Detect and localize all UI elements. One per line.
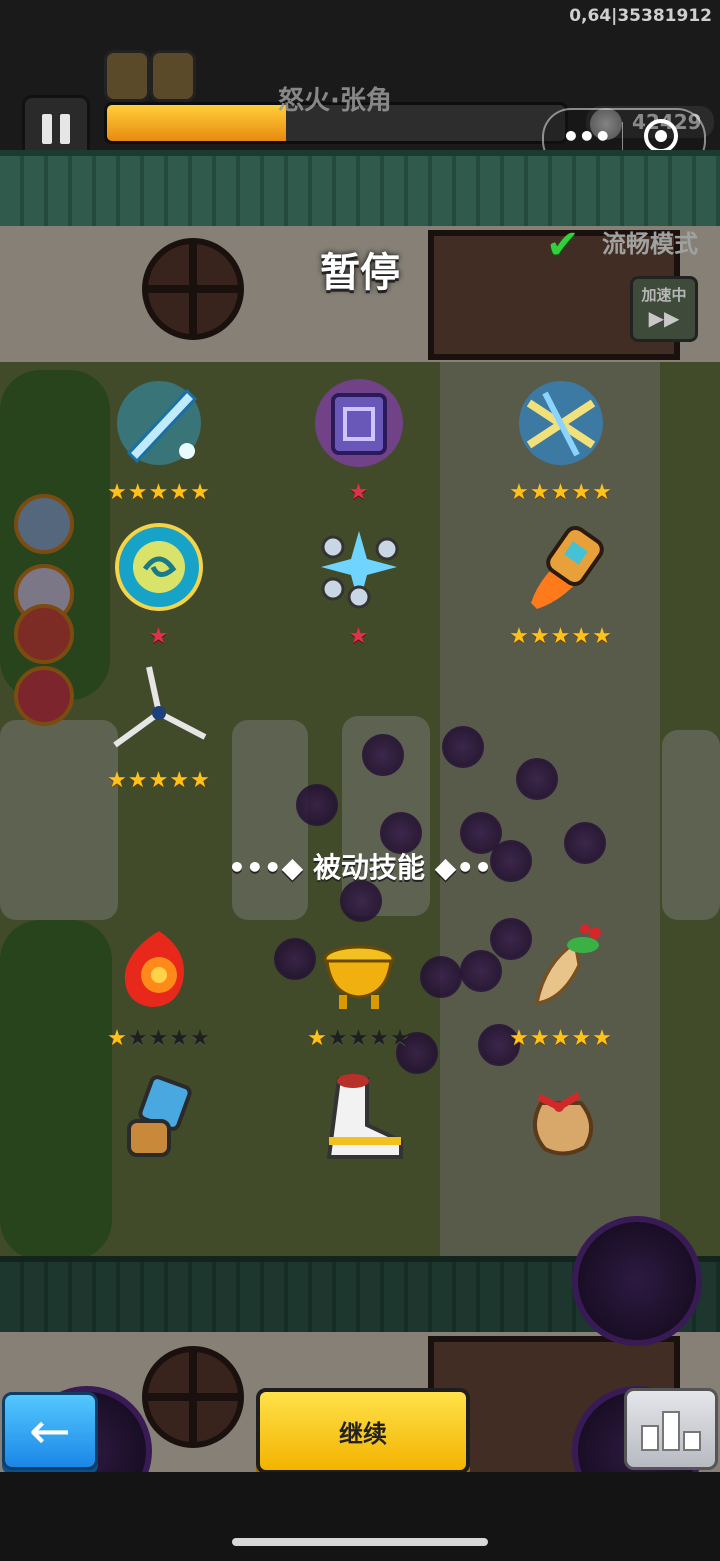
heading-deco-right: ◆•• bbox=[434, 851, 493, 884]
skill-star-rating: ★★★★★ bbox=[107, 768, 211, 793]
more-menu-icon[interactable]: ••• bbox=[562, 120, 612, 153]
fluent-mode-label[interactable]: 流畅模式 bbox=[602, 224, 698, 259]
skill-star-rating: ★★★★★ bbox=[509, 480, 613, 505]
back-arrow-icon: ← bbox=[29, 1402, 71, 1460]
shuriken-icon bbox=[104, 656, 214, 766]
back-button[interactable]: ← bbox=[2, 1392, 98, 1470]
flame-swirl-icon bbox=[104, 914, 214, 1024]
skill-star-rating: ★ bbox=[348, 480, 370, 505]
skill-star-rating: ★★★★★ bbox=[107, 480, 211, 505]
gauntlet-icon bbox=[104, 1062, 214, 1172]
cross-blades-icon bbox=[506, 368, 616, 478]
vortex-disc-icon bbox=[104, 512, 214, 622]
barrel-decoration bbox=[150, 50, 196, 102]
skill-star-rating: ★ bbox=[148, 624, 170, 649]
home-indicator bbox=[232, 1538, 488, 1546]
barrel-decoration bbox=[104, 50, 150, 102]
skill-star-rating: ★ bbox=[348, 624, 370, 649]
skill-star-rating: ★★★★★ bbox=[509, 624, 613, 649]
checkmark-icon[interactable]: ✔ bbox=[546, 222, 580, 268]
passive-skills-title: 被动技能 bbox=[312, 851, 425, 884]
golden-cauldron-icon bbox=[304, 914, 414, 1024]
skill-star-rating: ★★★★★ bbox=[107, 1026, 211, 1051]
boss-name: 怒火·张角 bbox=[278, 86, 392, 116]
capsule-divider bbox=[622, 122, 623, 152]
podium-icon bbox=[662, 1411, 680, 1451]
pause-icon-bar bbox=[60, 114, 70, 144]
fast-forward-icon: ▶▶ bbox=[648, 306, 680, 330]
speed-label: 加速中 bbox=[641, 286, 687, 304]
leaderboard-button[interactable] bbox=[624, 1388, 718, 1470]
pause-title: 暂停 bbox=[320, 250, 400, 296]
continue-button[interactable]: 继续 bbox=[256, 1388, 470, 1474]
podium-icon bbox=[641, 1425, 659, 1451]
build-id-text: 0,64|35381912 bbox=[569, 6, 712, 26]
passive-skills-heading: •••◆ 被动技能 ◆•• bbox=[180, 846, 540, 886]
ginseng-root-icon bbox=[506, 914, 616, 1024]
close-target-icon[interactable] bbox=[644, 119, 678, 153]
frost-orbs-icon bbox=[304, 512, 414, 622]
rocket-fist-icon bbox=[506, 512, 616, 622]
pause-icon-bar bbox=[42, 114, 52, 144]
gift-pouch-icon bbox=[506, 1062, 616, 1172]
purple-scroll-icon bbox=[304, 368, 414, 478]
skill-star-rating: ★★★★★ bbox=[509, 1026, 613, 1051]
skill-star-rating: ★★★★★ bbox=[307, 1026, 411, 1051]
boot-icon bbox=[304, 1062, 414, 1172]
podium-icon bbox=[683, 1431, 701, 1451]
bottom-safe-area bbox=[0, 1472, 720, 1561]
ice-sword-icon bbox=[104, 368, 214, 478]
heading-deco-left: •••◆ bbox=[227, 851, 304, 884]
roof-top bbox=[0, 150, 720, 232]
